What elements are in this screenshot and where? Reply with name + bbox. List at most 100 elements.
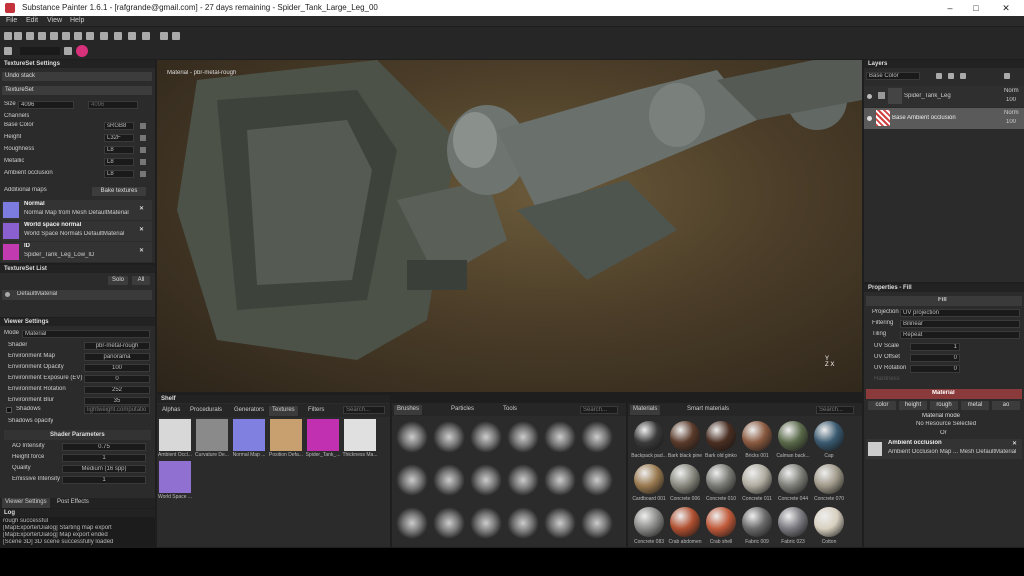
texture-thumbnail[interactable] [196, 419, 228, 451]
3d-viewport[interactable]: Material - pbr-metal-rough YZ X [157, 60, 862, 392]
shelf-search-input[interactable]: Search... [343, 406, 385, 414]
viewer-setting-value[interactable]: panorama [84, 353, 150, 361]
channel-remove-icon[interactable] [140, 147, 146, 153]
uv-value[interactable]: 0 [910, 365, 960, 373]
display-icon[interactable] [172, 32, 180, 40]
texture-thumbnail[interactable] [270, 419, 302, 451]
viewer-setting-value[interactable]: 0 [84, 375, 150, 383]
projection-tool-icon[interactable] [38, 32, 46, 40]
viewer-setting-value[interactable]: 252 [84, 386, 150, 394]
channel-remove-icon[interactable] [140, 135, 146, 141]
material-ball[interactable] [634, 421, 664, 451]
material-section-header[interactable]: Material [866, 389, 1022, 399]
brush-thumbnail[interactable] [581, 507, 613, 539]
texture-thumbnail[interactable] [159, 419, 191, 451]
tab-post-effects[interactable]: Post Effects [54, 498, 92, 508]
property-select[interactable]: Bilinear [900, 320, 1020, 328]
material-channel-button[interactable]: height [899, 401, 927, 410]
minimize-button[interactable]: – [940, 2, 960, 14]
brush-thumbnail[interactable] [507, 507, 539, 539]
add-fill-icon[interactable] [948, 73, 954, 79]
texture-thumbnail[interactable] [344, 419, 376, 451]
channel-remove-icon[interactable] [140, 171, 146, 177]
layer-row[interactable]: Spider_Tank_Leg Norm 100 [864, 86, 1024, 107]
brush-thumbnail[interactable] [544, 464, 576, 496]
brush-thumbnail[interactable] [433, 421, 465, 453]
pen-pressure-icon[interactable] [64, 47, 72, 55]
undo-stack-button[interactable]: Undo stack [2, 72, 152, 81]
delete-layer-icon[interactable] [1004, 73, 1010, 79]
picker-tool-icon[interactable] [86, 32, 94, 40]
remove-map-icon[interactable]: ✕ [139, 247, 144, 256]
eraser-tool-icon[interactable] [26, 32, 34, 40]
tab-smart-materials[interactable]: Smart materials [684, 405, 732, 415]
brush-thumbnail[interactable] [544, 507, 576, 539]
menu-view[interactable]: View [47, 17, 62, 24]
textureset-button[interactable]: TextureSet [2, 86, 152, 95]
material-ball[interactable] [742, 464, 772, 494]
view-mode-icon[interactable] [142, 32, 150, 40]
layer-blend[interactable]: Norm [1004, 88, 1019, 97]
tab-tools[interactable]: Tools [500, 405, 520, 415]
material-ball[interactable] [706, 507, 736, 537]
tab-particles[interactable]: Particles [448, 405, 477, 415]
material-ball[interactable] [778, 507, 808, 537]
property-select[interactable]: Repeat [900, 331, 1020, 339]
shader-param-value[interactable]: 1 [62, 454, 146, 462]
remove-icon[interactable]: ✕ [1012, 440, 1017, 449]
shader-parameters-header[interactable]: Shader Parameters [4, 430, 151, 440]
viewer-setting-value[interactable]: 35 [84, 397, 150, 405]
solo-button[interactable]: Solo [108, 276, 128, 285]
new-icon[interactable] [4, 32, 12, 40]
eye-icon[interactable] [5, 292, 10, 297]
color-swatch-icon[interactable] [76, 45, 88, 57]
material-channel-button[interactable]: ao [992, 401, 1020, 410]
texture-thumbnail[interactable] [233, 419, 265, 451]
smudge-tool-icon[interactable] [62, 32, 70, 40]
channel-select[interactable]: Base Color [866, 72, 920, 80]
layer-blend[interactable]: Norm [1004, 110, 1019, 119]
texture-thumbnail[interactable] [307, 419, 339, 451]
fill-section-header[interactable]: Fill [866, 296, 1022, 306]
additional-map-item[interactable]: World space normal World Space Normals De… [2, 221, 152, 241]
bake-textures-button[interactable]: Bake textures [92, 187, 146, 196]
brush-thumbnail[interactable] [470, 421, 502, 453]
material-ball[interactable] [778, 421, 808, 451]
layer-opacity[interactable]: 100 [1006, 97, 1016, 106]
brush-thumbnail[interactable] [507, 421, 539, 453]
property-select[interactable]: UV projection [900, 309, 1020, 317]
size-select-2[interactable]: 4096 [88, 101, 138, 109]
brush-size-icon[interactable] [4, 47, 12, 55]
tab-filters[interactable]: Filters [305, 406, 325, 416]
brush-thumbnail[interactable] [507, 464, 539, 496]
material-ball[interactable] [814, 421, 844, 451]
material-ball[interactable] [778, 464, 808, 494]
maximize-button[interactable]: □ [966, 2, 986, 14]
ao-resource-item[interactable]: Ambient occlusion Ambient Occlusion Map … [866, 439, 1022, 459]
brush-thumbnail[interactable] [581, 421, 613, 453]
additional-map-item[interactable]: ID Spider_Tank_Leg_Low_ID ✕ [2, 242, 152, 262]
brushes-search-input[interactable]: Search... [580, 406, 618, 414]
material-ball[interactable] [706, 464, 736, 494]
material-ball[interactable] [814, 507, 844, 537]
brush-tool-icon[interactable] [14, 32, 22, 40]
viewer-setting-value[interactable]: pbr-metal-rough [84, 342, 150, 350]
material-ball[interactable] [670, 464, 700, 494]
material-ball[interactable] [742, 507, 772, 537]
material-channel-button[interactable]: color [868, 401, 896, 410]
layer-opacity[interactable]: 100 [1006, 119, 1016, 128]
material-channel-button[interactable]: rough [930, 401, 958, 410]
brush-thumbnail[interactable] [470, 507, 502, 539]
brush-thumbnail[interactable] [581, 464, 613, 496]
add-mask-icon[interactable] [960, 73, 966, 79]
shadows-checkbox[interactable] [6, 407, 12, 413]
brush-thumbnail[interactable] [396, 421, 428, 453]
tab-generators[interactable]: Generators [231, 406, 267, 416]
channel-format-select[interactable]: L8 [104, 158, 134, 166]
tab-viewer-settings[interactable]: Viewer Settings [2, 498, 50, 508]
tab-textures[interactable]: Textures [269, 406, 298, 416]
channel-format-select[interactable]: sRGB8 [104, 122, 134, 130]
uv-value[interactable]: 0 [910, 354, 960, 362]
channel-format-select[interactable]: L8 [104, 170, 134, 178]
layer-row-selected[interactable]: Base Ambient occlusion Norm 100 [864, 108, 1024, 129]
